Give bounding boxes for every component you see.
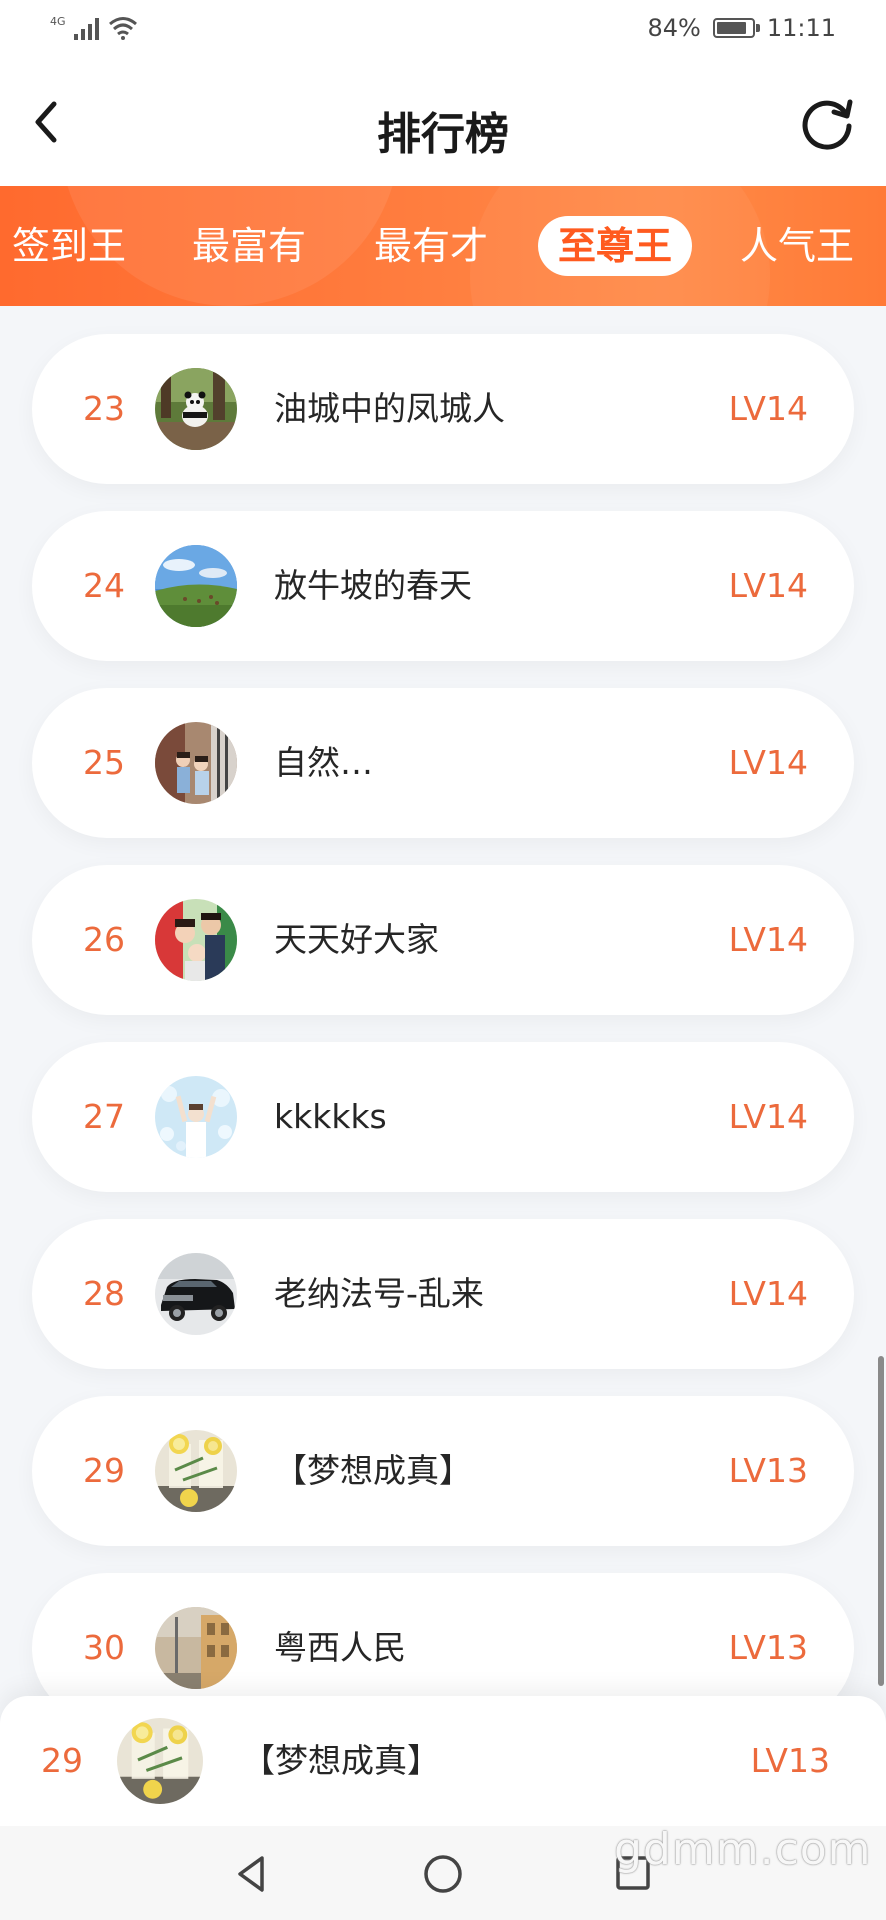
lemon-drink-photo <box>155 1430 237 1512</box>
username: 【梦想成真】 <box>274 1451 472 1490</box>
status-left: 4G <box>50 15 138 40</box>
my-level-badge: LV13 <box>750 1741 830 1780</box>
rank-number: 25 <box>83 743 125 782</box>
signal-icon <box>73 18 99 40</box>
page-title: 排行榜 <box>377 109 509 160</box>
rank-number: 27 <box>83 1097 125 1136</box>
my-avatar[interactable] <box>117 1718 203 1804</box>
network-type: 4G <box>50 15 66 28</box>
triangle-back-icon[interactable] <box>226 1848 278 1900</box>
women-photo <box>155 722 237 804</box>
list-scrollbar[interactable] <box>878 1356 884 1686</box>
bubbles-photo <box>155 1076 237 1158</box>
avatar[interactable] <box>155 1076 237 1158</box>
avatar[interactable] <box>155 1253 237 1335</box>
my-rank-number: 29 <box>41 1741 83 1780</box>
ranking-row[interactable]: 28 老纳法号-乱来 LV14 <box>32 1219 854 1369</box>
ranking-row[interactable]: 24 放牛坡的春天 LV14 <box>32 511 854 661</box>
refresh-icon[interactable] <box>798 92 858 152</box>
rank-number: 24 <box>83 566 125 605</box>
my-rank-bar[interactable]: 29 【梦想成真】 LV13 <box>0 1696 886 1826</box>
avatar[interactable] <box>155 1430 237 1512</box>
level-badge: LV14 <box>728 743 808 782</box>
tab-supreme-king[interactable]: 至尊王 <box>538 216 693 276</box>
level-badge: LV14 <box>728 566 808 605</box>
street-photo <box>155 1607 237 1689</box>
ranking-row[interactable]: 23 油城中的凤城人 LV14 <box>32 334 854 484</box>
avatar[interactable] <box>155 899 237 981</box>
rank-number: 23 <box>83 389 125 428</box>
avatar[interactable] <box>155 722 237 804</box>
username: kkkkks <box>274 1097 387 1136</box>
battery-icon <box>712 18 760 38</box>
rank-number: 29 <box>83 1451 125 1490</box>
circle-home-icon[interactable] <box>417 1848 469 1900</box>
avatar[interactable] <box>155 1607 237 1689</box>
rank-number: 28 <box>83 1274 125 1313</box>
avatar[interactable] <box>155 368 237 450</box>
clock: 11:11 <box>766 14 836 42</box>
family-photo <box>155 899 237 981</box>
battery-level <box>716 22 746 34</box>
ranking-row[interactable]: 29 【梦想成真】 LV13 <box>32 1396 854 1546</box>
my-username: 【梦想成真】 <box>242 1741 440 1780</box>
level-badge: LV14 <box>728 1274 808 1313</box>
tab-popularity-king[interactable]: 人气王 <box>740 216 854 276</box>
panda-photo <box>155 368 237 450</box>
level-badge: LV14 <box>728 920 808 959</box>
battery-percent: 84% <box>647 14 701 42</box>
level-badge: LV14 <box>728 1097 808 1136</box>
car-photo <box>155 1253 237 1335</box>
tab-richest[interactable]: 最富有 <box>192 216 306 276</box>
username: 天天好大家 <box>274 920 439 959</box>
ranking-row[interactable]: 27 kkkkks LV14 <box>32 1042 854 1192</box>
tab-checkin-king[interactable]: 签到王 <box>12 216 126 276</box>
meadow-photo <box>155 545 237 627</box>
username: 自然… <box>274 743 373 782</box>
status-bar: 4G 84% 11:11 <box>0 0 886 62</box>
nav-bar: 排行榜 <box>0 62 886 186</box>
category-tab-bar: 签到王 最富有 最有才 至尊王 人气王 <box>0 186 886 306</box>
watermark: gdmm.com <box>614 1824 872 1875</box>
avatar[interactable] <box>155 545 237 627</box>
tab-most-talented[interactable]: 最有才 <box>374 216 488 276</box>
status-right: 84% 11:11 <box>647 14 836 42</box>
level-badge: LV13 <box>728 1451 808 1490</box>
username: 油城中的凤城人 <box>274 389 505 428</box>
lemon-drink-photo <box>117 1718 203 1804</box>
wifi-icon <box>108 17 137 40</box>
level-badge: LV14 <box>728 389 808 428</box>
ranking-row[interactable]: 26 天天好大家 LV14 <box>32 865 854 1015</box>
username: 老纳法号-乱来 <box>274 1274 484 1313</box>
rank-number: 26 <box>83 920 125 959</box>
ranking-row[interactable]: 25 自然… LV14 <box>32 688 854 838</box>
username: 放牛坡的春天 <box>274 566 472 605</box>
